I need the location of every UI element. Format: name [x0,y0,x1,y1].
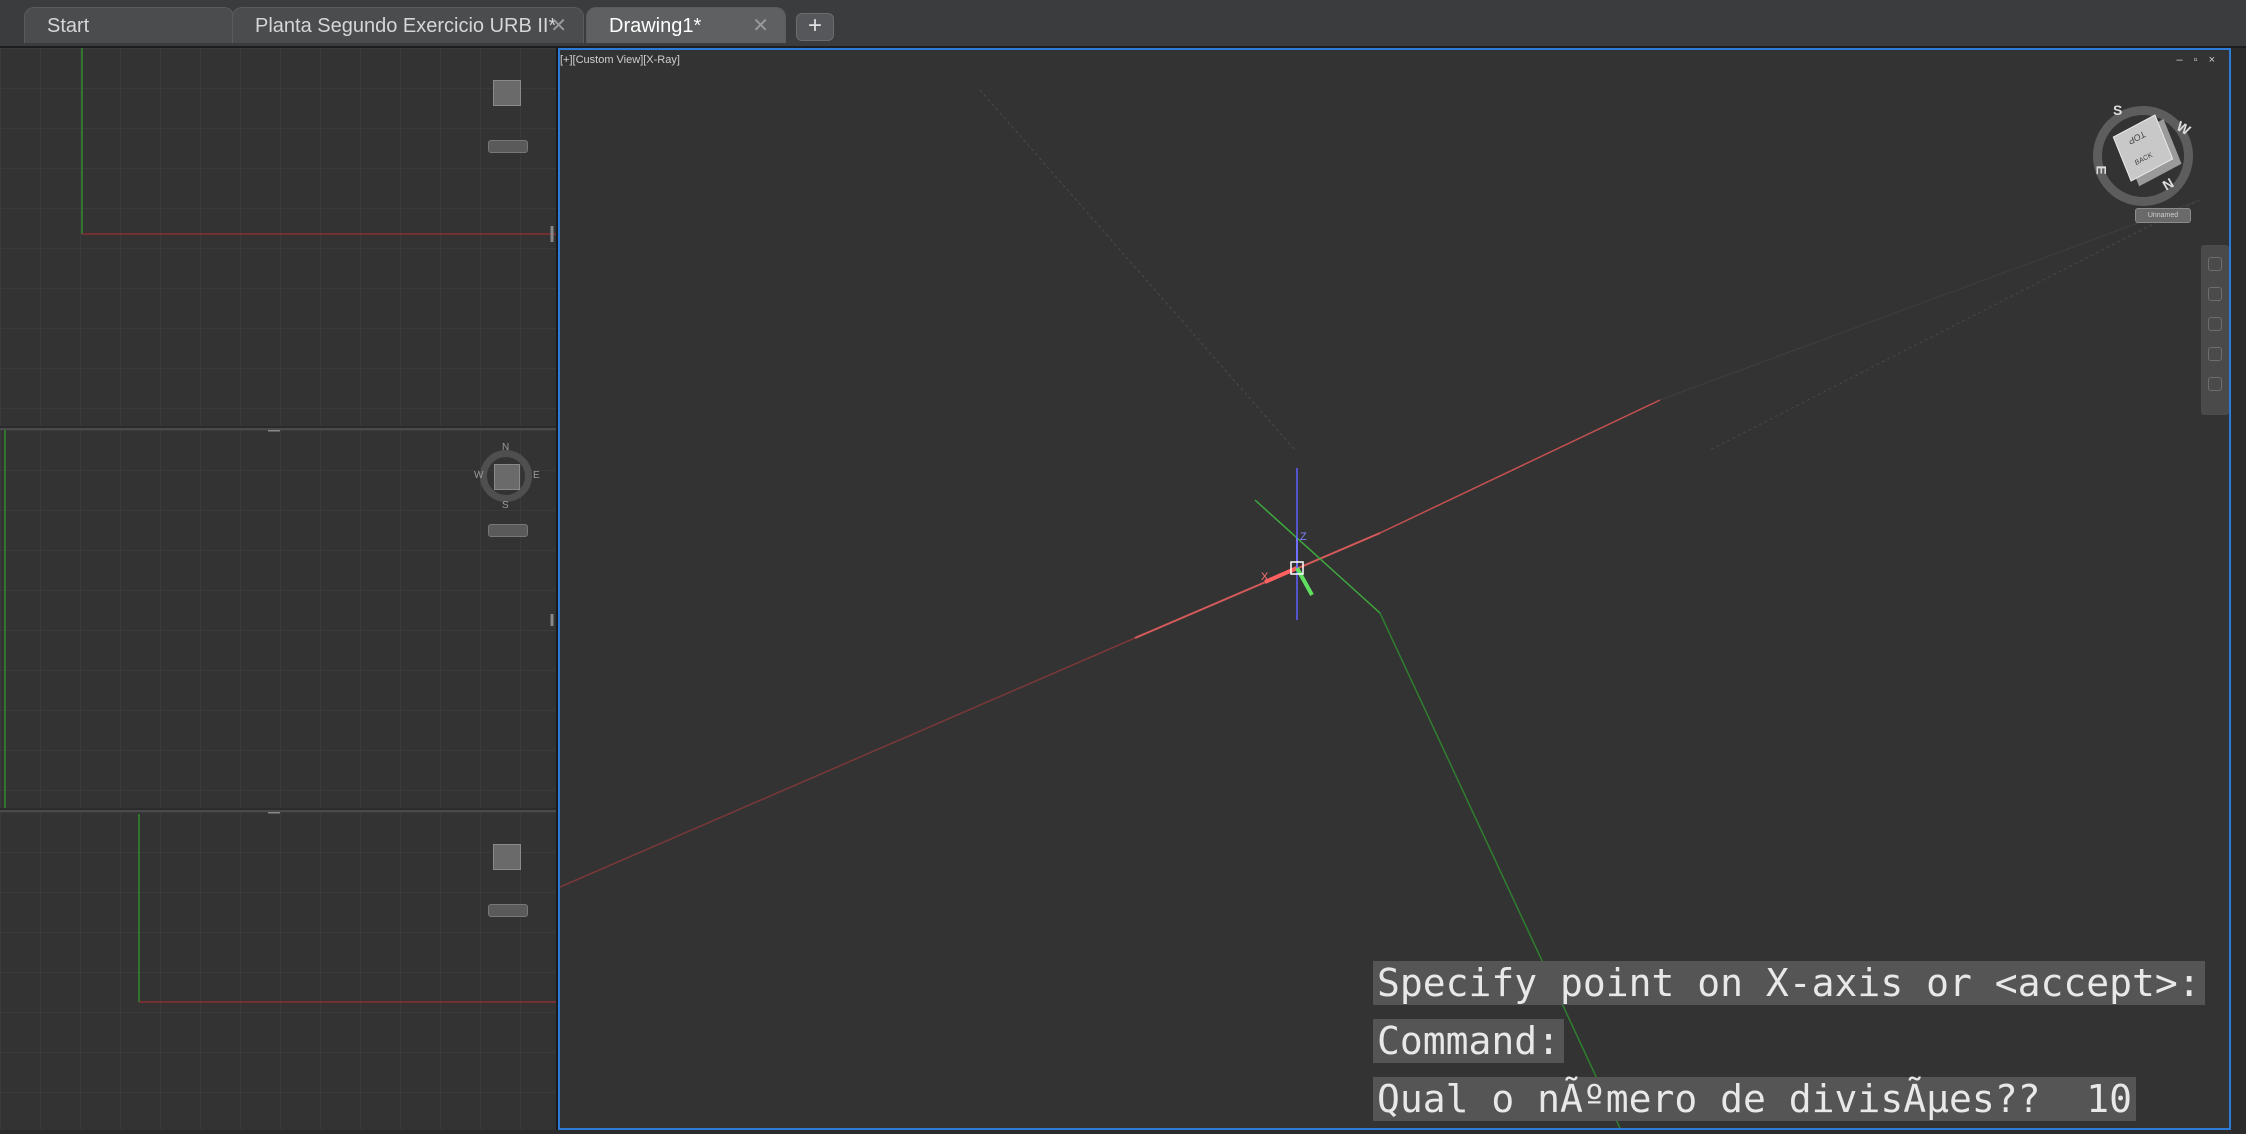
window-edge [2231,48,2246,1130]
viewport-top-lines [81,48,556,242]
viewport-top-left[interactable] [0,48,556,426]
mini-wcs-menu[interactable] [488,140,528,153]
x-axis-far [560,637,1136,888]
command-history-line: Command: [1373,1018,2205,1068]
tab-planta-label: Planta Segundo Exercicio URB II* [255,15,557,37]
x-axis [1134,532,1381,639]
zoom-icon[interactable] [2208,317,2222,331]
command-history-line: Specify point on X-axis or <accept>: [1373,960,2205,1010]
steering-wheel-icon[interactable] [2208,257,2222,271]
navigation-bar[interactable] [2201,245,2229,415]
close-icon[interactable]: ✕ [550,8,567,44]
ucs-y-arrow [1295,567,1314,596]
command-history-text: Specify point on X-axis or <accept>: [1373,961,2205,1005]
close-icon[interactable]: ✕ [752,8,769,44]
viewport-window-controls[interactable]: – ▫ × [2176,54,2219,66]
ucs-x-arrow [1264,566,1298,584]
viewcube[interactable]: TOP BACK S W N E [2091,100,2201,210]
plus-icon: + [807,12,822,39]
pan-icon[interactable] [2208,287,2222,301]
viewcube-east-label: E [2093,165,2110,175]
mini-viewcube[interactable] [493,844,521,870]
tab-drawing1[interactable]: Drawing1* ✕ [586,7,786,43]
compass-north-label: N [502,442,510,453]
viewcube-top-label: TOP [2126,128,2147,147]
mini-viewcube[interactable] [494,464,520,490]
command-history-line: Qual o nÃºmero de divisÃµes?? 10 [1373,1076,2205,1126]
compass-west-label: W [474,470,484,481]
tab-planta[interactable]: Planta Segundo Exercicio URB II* ✕ [232,7,584,43]
mini-wcs-menu[interactable] [488,524,528,537]
compass-east-label: E [533,470,540,481]
new-tab-button[interactable]: + [796,13,834,41]
viewport-bottom-lines [138,812,556,1003]
ucs-x-label: X [1261,571,1269,583]
tab-start[interactable]: Start [24,7,234,43]
construction-line [1709,199,2201,451]
x-axis-positive [1379,399,1661,534]
tab-start-label: Start [47,15,90,37]
y-axis [1254,499,1381,614]
viewport-middle-left[interactable]: N W E S [0,428,556,808]
mini-viewcube[interactable] [493,80,521,106]
construction-line [979,89,1296,451]
tab-drawing1-label: Drawing1* [609,15,702,37]
command-line-history: Specify point on X-axis or <accept>: Com… [1373,960,2205,1134]
command-history-text: Qual o nÃºmero de divisÃµes?? 10 [1373,1077,2136,1121]
compass-south-label: S [502,500,509,511]
mini-wcs-menu[interactable] [488,904,528,917]
wcs-menu-button[interactable]: Unnamed [2135,208,2191,223]
viewport-mid-lines [4,430,554,808]
ucs-icon[interactable]: X Z [1261,531,1314,596]
viewcube-back-label: BACK [2134,151,2154,168]
showmotion-icon[interactable] [2208,377,2222,391]
orbit-icon[interactable] [2208,347,2222,361]
file-tab-bar: Start Planta Segundo Exercicio URB II* ✕… [0,0,2246,48]
x-axis-extension [1659,199,2201,401]
viewport-bottom-left[interactable] [0,810,556,1130]
ucs-z-label: Z [1300,531,1307,543]
viewcube-south-label: S [2113,102,2123,118]
command-history-text: Command: [1373,1019,1565,1063]
viewport-controls-label[interactable]: [+][Custom View][X-Ray] [560,54,680,66]
